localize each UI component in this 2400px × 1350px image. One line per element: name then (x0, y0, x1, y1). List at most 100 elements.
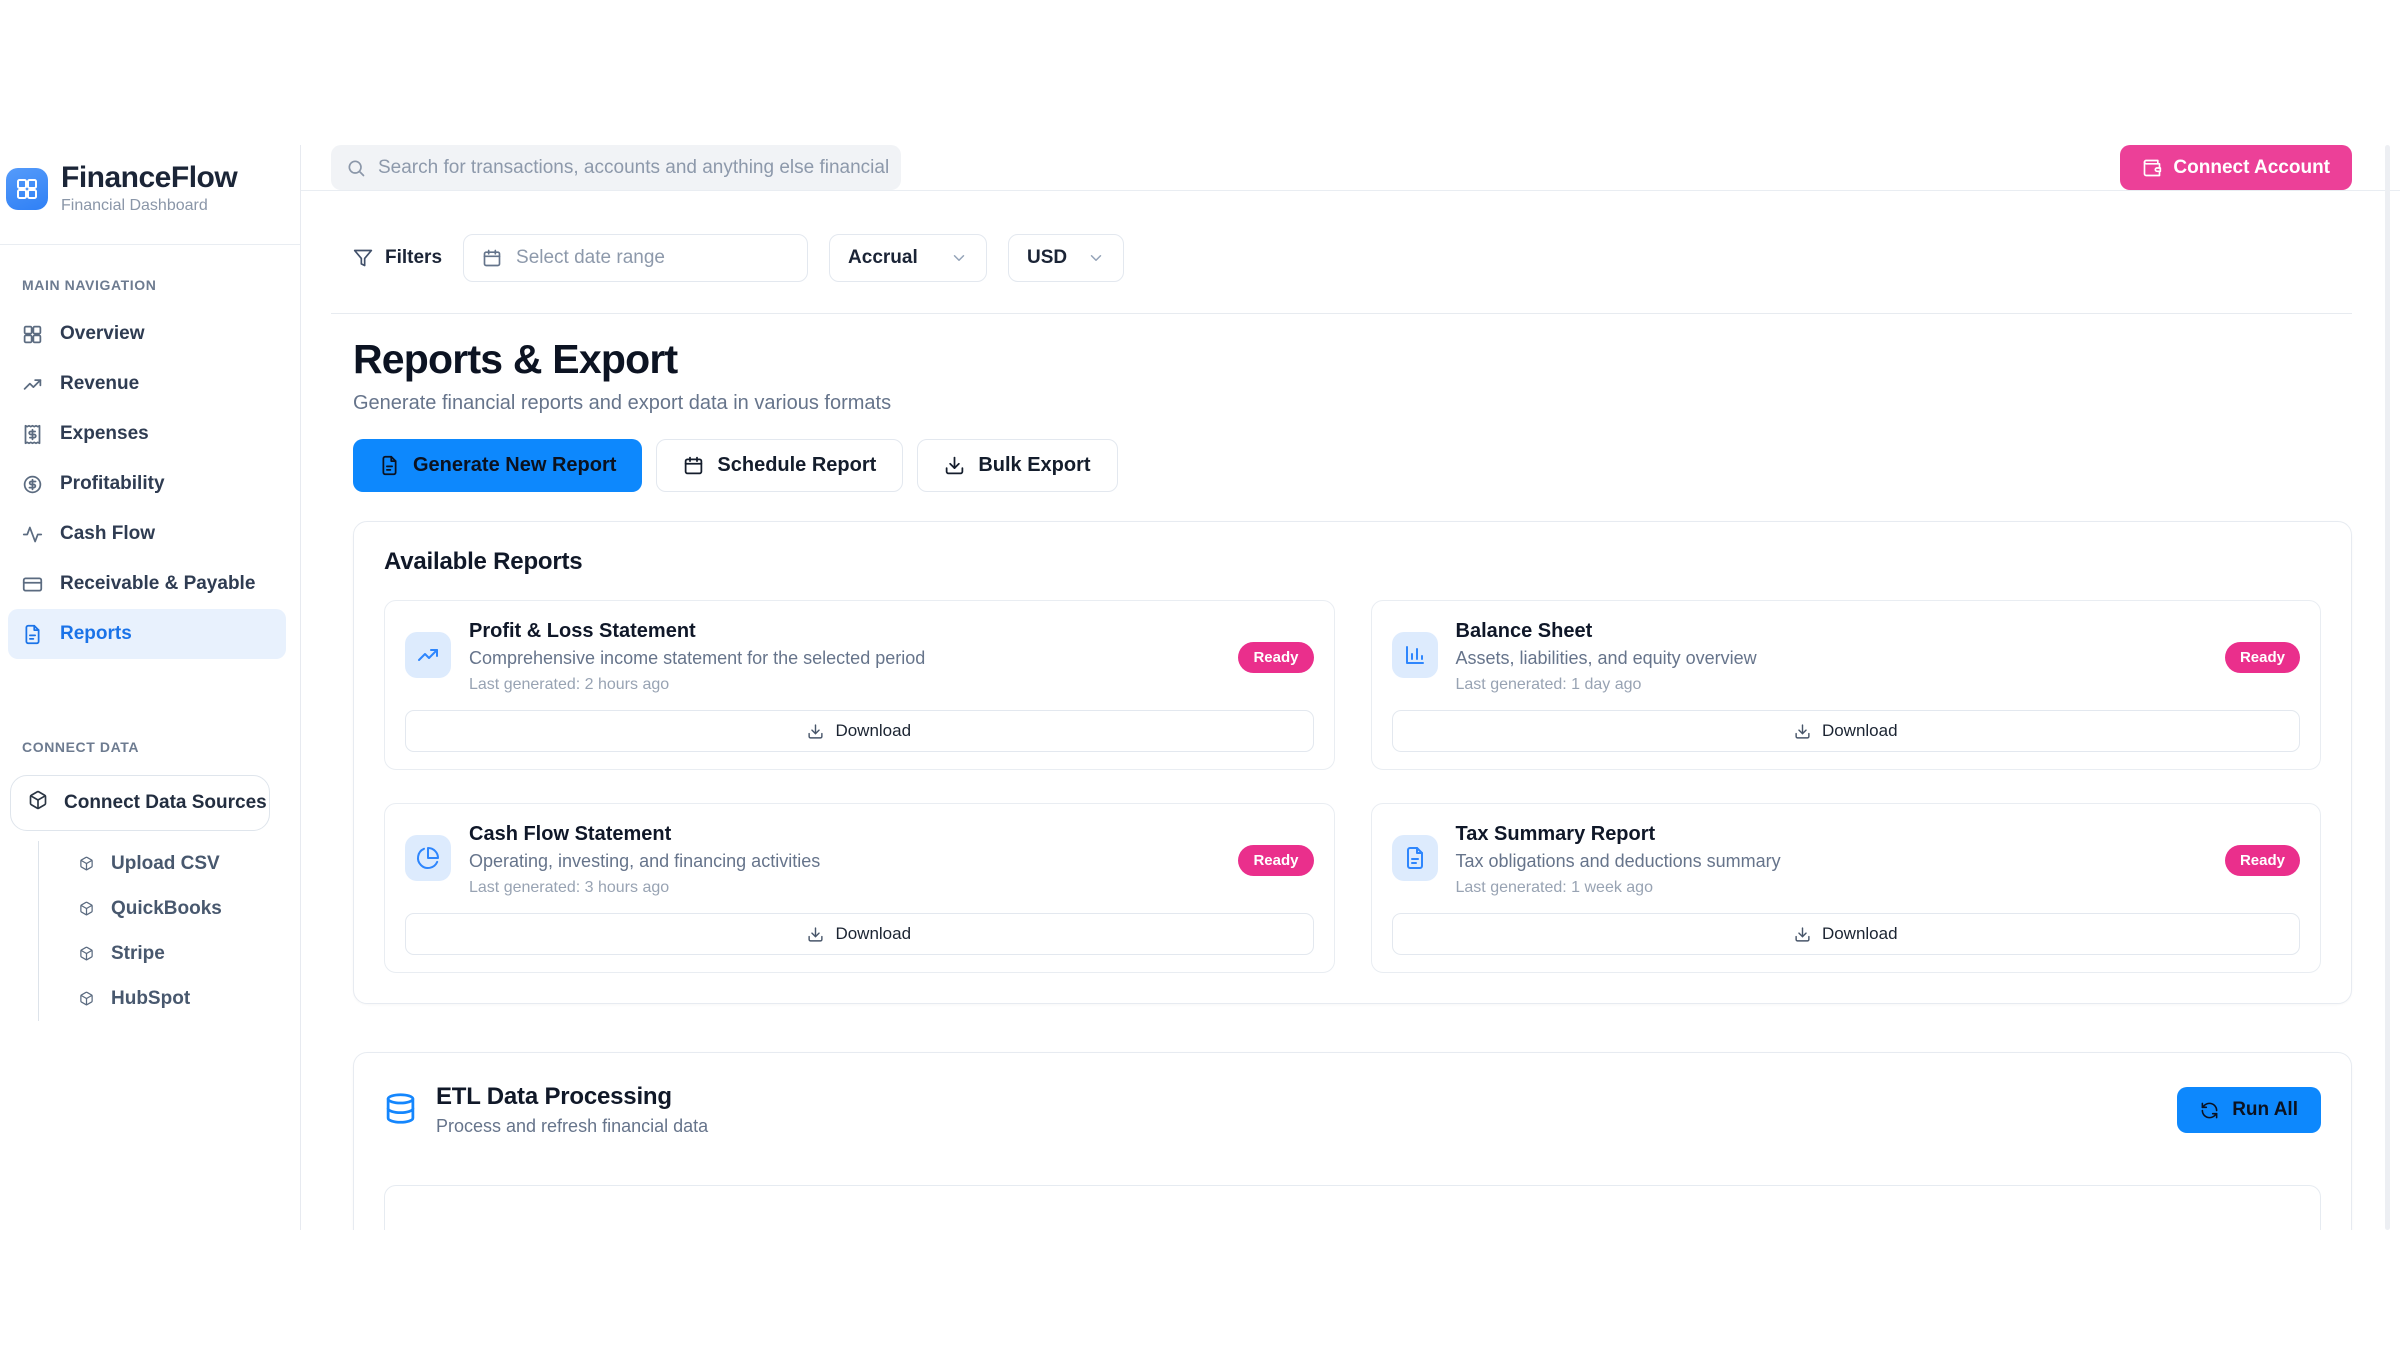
app-window: FinanceFlow Financial Dashboard MAIN NAV… (0, 145, 2400, 1230)
run-all-label: Run All (2232, 1099, 2298, 1121)
date-range-input[interactable]: Select date range (463, 234, 808, 282)
divider (331, 313, 2352, 314)
etl-header: ETL Data Processing Process and refresh … (384, 1083, 2321, 1137)
download-button[interactable]: Download (405, 710, 1314, 752)
brand-name: FinanceFlow (61, 162, 237, 194)
report-card-top: Balance SheetAssets, liabilities, and eq… (1392, 620, 2301, 694)
download-icon (944, 455, 965, 476)
activity-icon (22, 524, 43, 545)
schedule-report-button[interactable]: Schedule Report (656, 439, 903, 492)
download-button[interactable]: Download (1392, 913, 2301, 955)
sidebar-subitem-label: Upload CSV (111, 853, 220, 875)
report-title: Tax Summary Report (1456, 823, 2207, 846)
sidebar-item-cash-flow[interactable]: Cash Flow (0, 509, 300, 559)
download-label: Download (835, 924, 911, 944)
reports-grid: Profit & Loss StatementComprehensive inc… (384, 600, 2321, 973)
sidebar-subitem-label: QuickBooks (111, 898, 222, 920)
file-text-icon (1392, 835, 1438, 881)
receipt-icon (22, 424, 43, 445)
sidebar-item-label: Overview (60, 323, 145, 345)
app-logo (6, 168, 48, 210)
cube-icon (28, 790, 48, 816)
date-range-placeholder: Select date range (516, 247, 665, 269)
report-description: Tax obligations and deductions summary (1456, 851, 2207, 872)
status-badge: Ready (1238, 845, 1313, 876)
download-label: Download (1822, 924, 1898, 944)
report-title: Cash Flow Statement (469, 823, 1220, 846)
etl-title: ETL Data Processing (436, 1083, 708, 1111)
run-all-button[interactable]: Run All (2177, 1087, 2321, 1133)
sidebar-subitem-stripe[interactable]: Stripe (79, 931, 300, 976)
sidebar-subitem-label: Stripe (111, 943, 165, 965)
pie-chart-icon (405, 835, 451, 881)
cube-icon (79, 991, 94, 1006)
currency-select[interactable]: USD (1008, 234, 1124, 282)
wallet-icon (2142, 158, 2162, 178)
status-badge: Ready (2225, 642, 2300, 673)
available-reports-panel: Available Reports Profit & Loss Statemen… (353, 521, 2352, 1004)
report-last-generated: Last generated: 2 hours ago (469, 676, 1220, 694)
sidebar-item-profitability[interactable]: Profitability (0, 459, 300, 509)
dollar-circle-icon (22, 474, 43, 495)
download-label: Download (835, 721, 911, 741)
scrollbar[interactable] (2385, 145, 2390, 1230)
sidebar-item-overview[interactable]: Overview (0, 309, 300, 359)
connect-account-button[interactable]: Connect Account (2120, 145, 2352, 190)
report-card-profit-loss-statement: Profit & Loss StatementComprehensive inc… (384, 600, 1335, 770)
etl-subtitle: Process and refresh financial data (436, 1116, 708, 1137)
report-description: Assets, liabilities, and equity overview (1456, 648, 2207, 669)
report-card-text: Tax Summary Report Tax obligations and de… (1456, 823, 2207, 897)
download-button[interactable]: Download (405, 913, 1314, 955)
generate-new-report-label: Generate New Report (413, 454, 616, 477)
page-subtitle: Generate financial reports and export da… (353, 392, 2352, 415)
connect-data-sublist: Upload CSV QuickBooks Stripe HubSpot (38, 841, 300, 1021)
sidebar-subitem-upload-csv[interactable]: Upload CSV (79, 841, 300, 886)
connect-account-label: Connect Account (2173, 157, 2330, 179)
report-card-top: Cash Flow StatementOperating, investing,… (405, 823, 1314, 897)
sidebar-item-label: Expenses (60, 423, 149, 445)
filters-row: Filters Select date range Accrual USD (353, 234, 2352, 282)
bulk-export-button[interactable]: Bulk Export (917, 439, 1117, 492)
chevron-down-icon (950, 249, 968, 267)
trending-up-icon (416, 643, 440, 667)
sidebar-item-receivable-payable[interactable]: Receivable & Payable (0, 559, 300, 609)
search-box[interactable] (331, 145, 901, 190)
database-icon (384, 1091, 417, 1126)
sidebar-subitem-quickbooks[interactable]: QuickBooks (79, 886, 300, 931)
accounting-method-select[interactable]: Accrual (829, 234, 987, 282)
status-badge: Ready (1238, 642, 1313, 673)
sidebar-subitem-label: HubSpot (111, 988, 190, 1010)
report-card-top: Tax Summary Report Tax obligations and de… (1392, 823, 2301, 897)
grid-icon (22, 324, 43, 345)
sidebar-item-label: Revenue (60, 373, 139, 395)
file-text-icon (22, 624, 43, 645)
download-button[interactable]: Download (1392, 710, 2301, 752)
sidebar-subitem-hubspot[interactable]: HubSpot (79, 976, 300, 1021)
search-input[interactable] (378, 157, 893, 179)
cube-icon (79, 901, 94, 916)
page-actions: Generate New Report Schedule Report Bulk E… (353, 439, 2352, 492)
credit-card-icon (22, 574, 43, 595)
funnel-icon (353, 248, 373, 268)
file-text-icon (1403, 846, 1427, 870)
main-area: Connect Account Filters Select date rang… (301, 145, 2400, 1230)
brand-subtitle: Financial Dashboard (61, 197, 237, 215)
schedule-report-label: Schedule Report (717, 454, 876, 477)
report-last-generated: Last generated: 3 hours ago (469, 879, 1220, 897)
report-card-balance-sheet: Balance SheetAssets, liabilities, and eq… (1371, 600, 2322, 770)
report-card-text: Balance SheetAssets, liabilities, and eq… (1456, 620, 2207, 694)
report-card-cash-flow-statement: Cash Flow StatementOperating, investing,… (384, 803, 1335, 973)
generate-new-report-button[interactable]: Generate New Report (353, 439, 642, 492)
sidebar-item-revenue[interactable]: Revenue (0, 359, 300, 409)
report-card-text: Profit & Loss StatementComprehensive inc… (469, 620, 1220, 694)
sidebar-item-expenses[interactable]: Expenses (0, 409, 300, 459)
filters-label: Filters (353, 247, 442, 269)
connect-data-sources-label: Connect Data Sources (64, 792, 267, 814)
sidebar-item-reports[interactable]: Reports (8, 609, 286, 659)
file-text-icon (379, 455, 400, 476)
report-last-generated: Last generated: 1 day ago (1456, 676, 2207, 694)
download-icon (807, 926, 824, 943)
download-icon (1794, 723, 1811, 740)
connect-data-sources-button[interactable]: Connect Data Sources (10, 775, 270, 831)
report-description: Comprehensive income statement for the s… (469, 648, 1220, 669)
